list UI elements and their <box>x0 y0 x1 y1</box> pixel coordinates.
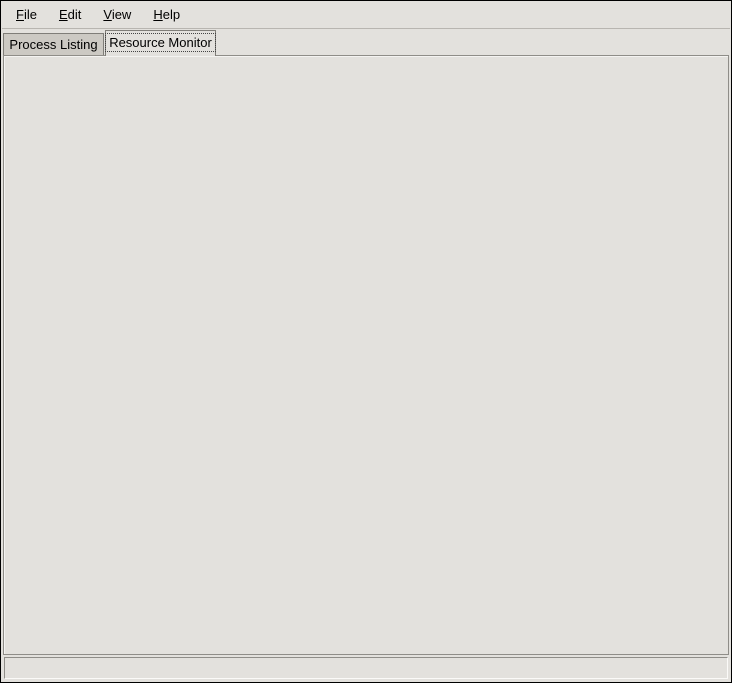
menu-edit[interactable]: Edit <box>48 2 92 28</box>
resource-monitor-page <box>3 55 729 655</box>
system-monitor-window: File Edit View Help Process Listing Reso… <box>0 0 732 683</box>
menu-view[interactable]: View <box>92 2 142 28</box>
tab-resource-monitor[interactable]: Resource Monitor <box>105 30 216 56</box>
tab-strip: Process Listing Resource Monitor <box>2 30 730 56</box>
tab-process-listing[interactable]: Process Listing <box>3 33 104 56</box>
status-bar <box>4 657 728 679</box>
menu-help[interactable]: Help <box>142 2 191 28</box>
menu-file[interactable]: File <box>5 2 48 28</box>
menu-bar: File Edit View Help <box>2 2 730 29</box>
